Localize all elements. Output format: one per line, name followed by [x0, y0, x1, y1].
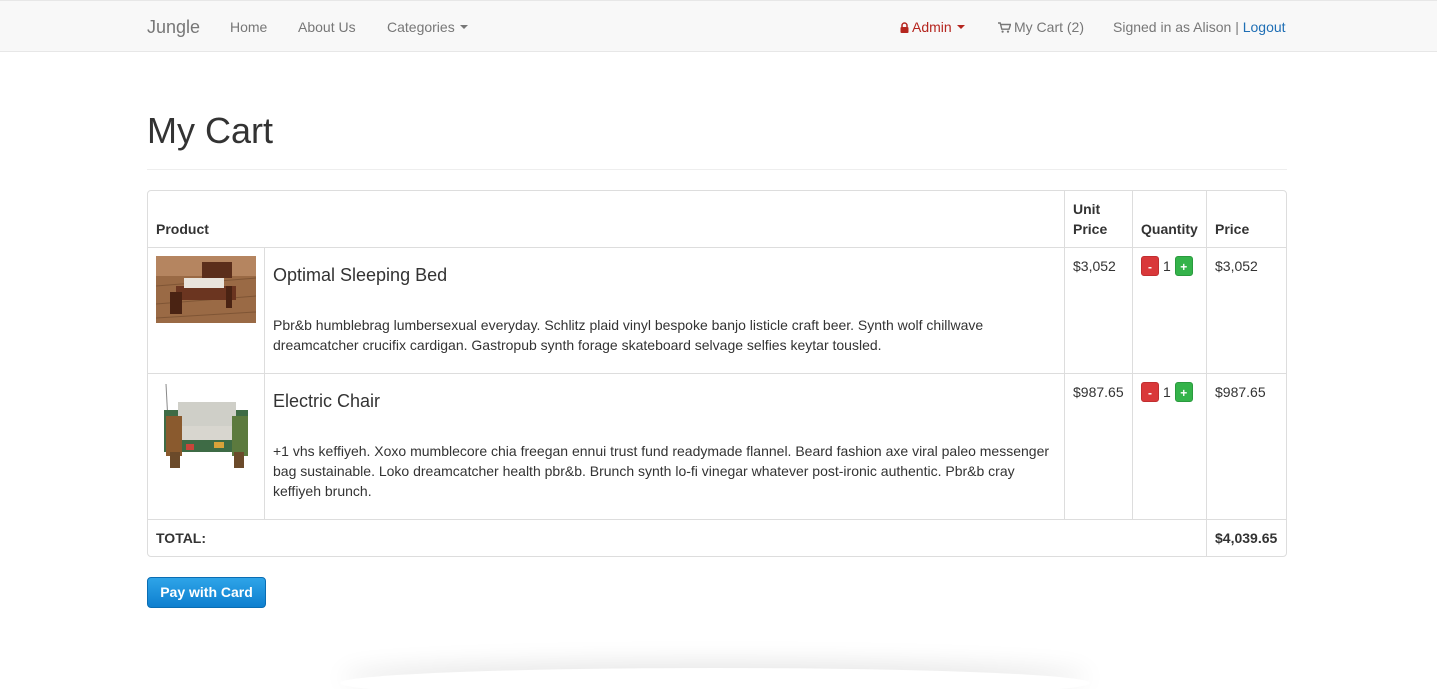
line-price: $987.65 — [1215, 384, 1266, 400]
row-divider — [148, 519, 1286, 520]
title-divider — [147, 169, 1287, 170]
header-unit-price: Unit Price — [1073, 201, 1108, 237]
quantity-stepper: -1 + — [1141, 256, 1193, 276]
product-name[interactable]: Optimal Sleeping Bed — [273, 264, 447, 286]
quantity-value: 1 — [1163, 384, 1171, 400]
header-price: Price — [1215, 221, 1250, 237]
nav-categories-label: Categories — [387, 19, 455, 35]
cart-table: Product Unit Price Quantity Price Optima… — [147, 190, 1287, 557]
quantity-stepper: -1 + — [1141, 382, 1193, 402]
nav-admin-dropdown[interactable]: Admin — [900, 18, 965, 36]
nav-home[interactable]: Home — [230, 18, 267, 36]
bed-image — [156, 256, 256, 323]
lock-icon — [900, 22, 909, 33]
logout-link[interactable]: Logout — [1243, 19, 1286, 35]
nav-my-cart[interactable]: My Cart (2) — [998, 18, 1084, 36]
column-divider — [1132, 191, 1133, 519]
chevron-down-icon — [459, 25, 468, 30]
header-product: Product — [156, 221, 209, 237]
page-title: My Cart — [147, 110, 273, 151]
pay-with-card-button[interactable]: Pay with Card — [147, 577, 266, 608]
column-divider — [1064, 191, 1065, 519]
chair-image — [156, 382, 256, 482]
nav-categories-dropdown[interactable]: Categories — [387, 18, 468, 36]
increase-quantity-button[interactable]: + — [1174, 382, 1193, 402]
shopping-cart-icon — [998, 22, 1011, 33]
bottom-shadow — [340, 668, 1090, 689]
signed-in-label: Signed in as Alison | — [1113, 19, 1239, 35]
row-divider — [148, 247, 1286, 248]
unit-price: $3,052 — [1073, 258, 1116, 274]
product-description: Pbr&b humblebrag lumbersexual everyday. … — [273, 317, 984, 353]
quantity-value: 1 — [1163, 258, 1171, 274]
unit-price: $987.65 — [1073, 384, 1124, 400]
chevron-down-icon — [956, 25, 965, 30]
column-divider — [1206, 191, 1207, 556]
total-value: $4,039.65 — [1215, 530, 1278, 546]
product-description: +1 vhs keffiyeh. Xoxo mumblecore chia fr… — [273, 443, 1050, 499]
increase-quantity-button[interactable]: + — [1174, 256, 1193, 276]
top-navbar: Jungle Home About Us Categories Admin My… — [0, 0, 1437, 52]
product-name[interactable]: Electric Chair — [273, 390, 380, 412]
nav-admin-label: Admin — [912, 19, 952, 35]
signed-in-text: Signed in as Alison | Logout — [1113, 18, 1286, 36]
header-quantity: Quantity — [1141, 221, 1198, 237]
row-divider — [148, 373, 1286, 374]
brand-link[interactable]: Jungle — [147, 16, 200, 38]
total-label: TOTAL: — [156, 530, 207, 546]
decrease-quantity-button[interactable]: - — [1141, 382, 1159, 402]
product-image-bed[interactable] — [156, 256, 256, 323]
line-price: $3,052 — [1215, 258, 1258, 274]
column-divider — [264, 247, 265, 519]
nav-about[interactable]: About Us — [298, 18, 356, 36]
nav-my-cart-label: My Cart (2) — [1014, 19, 1084, 35]
decrease-quantity-button[interactable]: - — [1141, 256, 1159, 276]
product-image-chair[interactable] — [156, 382, 256, 482]
